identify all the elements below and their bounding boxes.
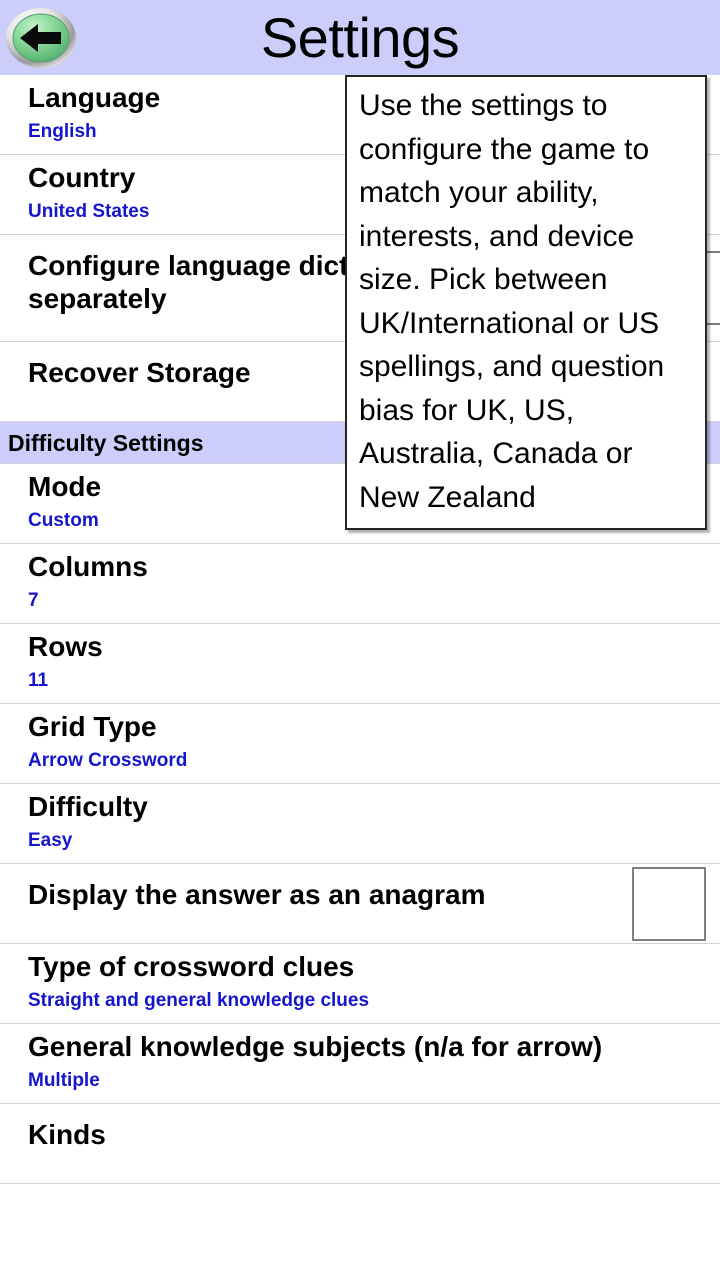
settings-row-title: Display the answer as an anagram (28, 879, 486, 911)
page-title: Settings (260, 6, 460, 69)
back-arrow-icon (6, 8, 76, 68)
settings-row-title: Kinds (28, 1119, 106, 1151)
settings-row-title: Difficulty (28, 791, 148, 823)
settings-row-value: 11 (28, 670, 49, 692)
settings-row-type-of-crossword-clues[interactable]: Type of crossword clues Straight and gene… (0, 944, 720, 1025)
settings-row-columns[interactable]: Columns 7 (0, 544, 720, 625)
help-tooltip: Use the settings to configure the game t… (345, 75, 707, 530)
settings-row-general-knowledge-subjects-n-a-for-arrow[interactable]: General knowledge subjects (n/a for arro… (0, 1024, 720, 1105)
settings-row-title: Columns (28, 551, 148, 583)
settings-row-difficulty[interactable]: Difficulty Easy (0, 784, 720, 865)
back-button[interactable] (5, 7, 77, 69)
settings-row-title: Rows (28, 631, 103, 663)
settings-row-value: 7 (28, 590, 39, 612)
settings-row-title: Type of crossword clues (28, 951, 355, 983)
settings-row-title: General knowledge subjects (n/a for arro… (28, 1031, 603, 1063)
settings-row-grid-type[interactable]: Grid Type Arrow Crossword (0, 704, 720, 785)
settings-screen: Settings Language English Country United St… (0, 0, 720, 1280)
settings-row-value: Arrow Crossword (28, 750, 188, 772)
settings-row-display-the-answer-as-an-anagram[interactable]: Display the answer as an anagram (0, 864, 720, 945)
settings-row-value: Straight and general knowledge clues (28, 990, 370, 1012)
settings-row-value: Easy (28, 830, 73, 852)
settings-row-title: Grid Type (28, 711, 157, 743)
settings-row-value: Multiple (28, 1070, 100, 1092)
settings-row-checkbox[interactable] (632, 866, 706, 941)
settings-row-kinds[interactable]: Kinds (0, 1104, 720, 1185)
app-header: Settings (0, 0, 720, 75)
settings-row-rows[interactable]: Rows 11 (0, 624, 720, 705)
